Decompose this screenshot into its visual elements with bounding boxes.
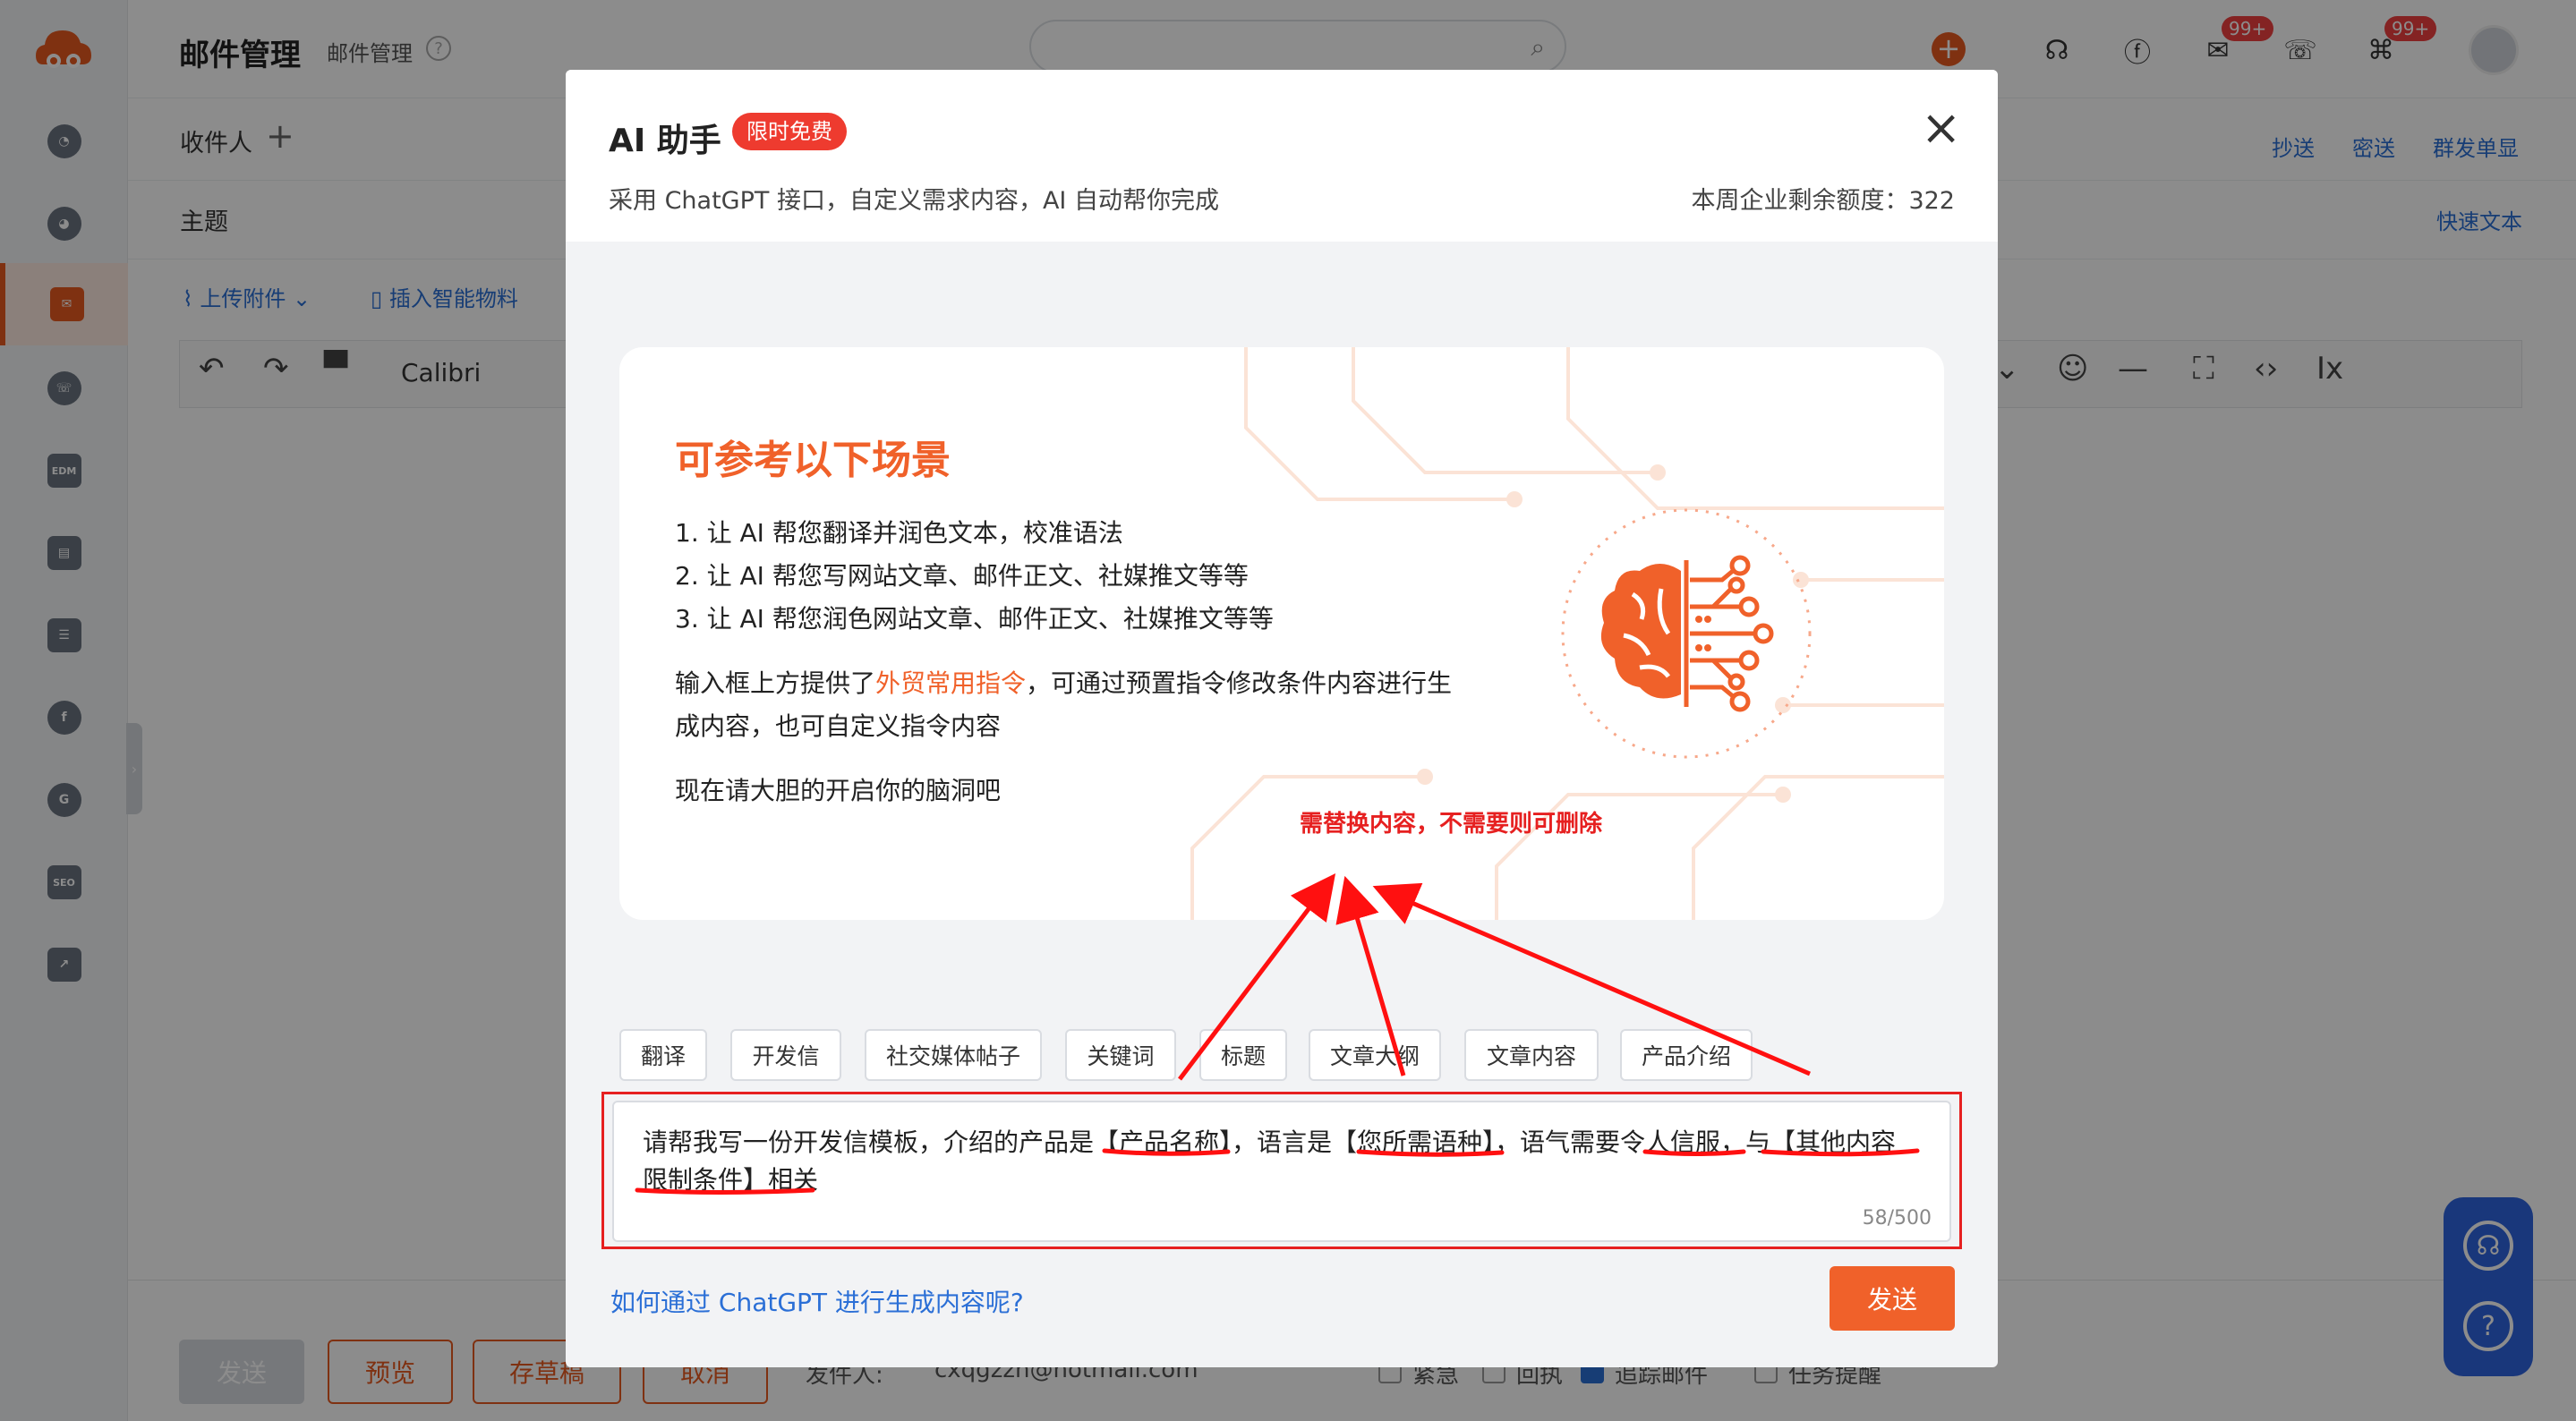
dialog-title: AI 助手 — [609, 123, 721, 159]
replace-content-annotation: 需替换内容，不需要则可删除 — [1300, 811, 1603, 838]
scenario-paragraph: 输入框上方提供了外贸常用指令，可通过预置指令修改条件内容进行生 — [675, 664, 1452, 700]
ai-send-button[interactable]: 发送 — [1830, 1266, 1955, 1331]
quota-remaining: 本周企业剩余额度：322 — [1691, 187, 1955, 215]
ai-brain-icon — [1600, 555, 1774, 712]
dialog-description: 采用 ChatGPT 接口，自定义需求内容，AI 自动帮你完成 — [609, 187, 1219, 215]
prompt-tag-title[interactable]: 标题 — [1199, 1029, 1287, 1081]
prompt-tag-dev-letter[interactable]: 开发信 — [730, 1029, 841, 1081]
prompt-tag-social-post[interactable]: 社交媒体帖子 — [865, 1029, 1042, 1081]
dialog-header: AI 助手 限时免费 × 采用 ChatGPT 接口，自定义需求内容，AI 自动… — [566, 70, 1998, 242]
prompt-tag-outline[interactable]: 文章大纲 — [1309, 1029, 1441, 1081]
close-icon[interactable]: × — [1921, 104, 1961, 152]
prompt-tag-article[interactable]: 文章内容 — [1464, 1029, 1599, 1081]
annotation-highlight-box — [601, 1092, 1962, 1249]
prompt-tag-product-intro[interactable]: 产品介绍 — [1620, 1029, 1753, 1081]
paragraph-prefix: 输入框上方提供了 — [675, 668, 876, 698]
scenario-closing: 现在请大胆的开启你的脑洞吧 — [675, 776, 1002, 805]
scenario-heading: 可参考以下场景 — [675, 438, 951, 483]
prompt-tag-translate[interactable]: 翻译 — [619, 1029, 707, 1081]
scenario-card: 可参考以下场景 1. 让 AI 帮您翻译并润色文本，校准语法 2. 让 AI 帮… — [619, 347, 1944, 920]
how-to-link[interactable]: 如何通过 ChatGPT 进行生成内容呢? — [610, 1283, 1024, 1319]
scenario-item: 1. 让 AI 帮您翻译并润色文本，校准语法 — [675, 518, 1123, 548]
scenario-item: 3. 让 AI 帮您润色网站文章、邮件正文、社媒推文等等 — [675, 604, 1274, 634]
ai-assistant-dialog: AI 助手 限时免费 × 采用 ChatGPT 接口，自定义需求内容，AI 自动… — [566, 70, 1998, 1367]
prompt-tag-keywords[interactable]: 关键词 — [1065, 1029, 1176, 1081]
paragraph-suffix: ，可通过预置指令修改条件内容进行生 — [1026, 668, 1453, 698]
scenario-item: 2. 让 AI 帮您写网站文章、邮件正文、社媒推文等等 — [675, 561, 1249, 591]
common-commands-highlight: 外贸常用指令 — [875, 668, 1027, 698]
scenario-paragraph-continued: 成内容，也可自定义指令内容 — [675, 711, 1002, 741]
free-badge: 限时免费 — [732, 113, 847, 150]
